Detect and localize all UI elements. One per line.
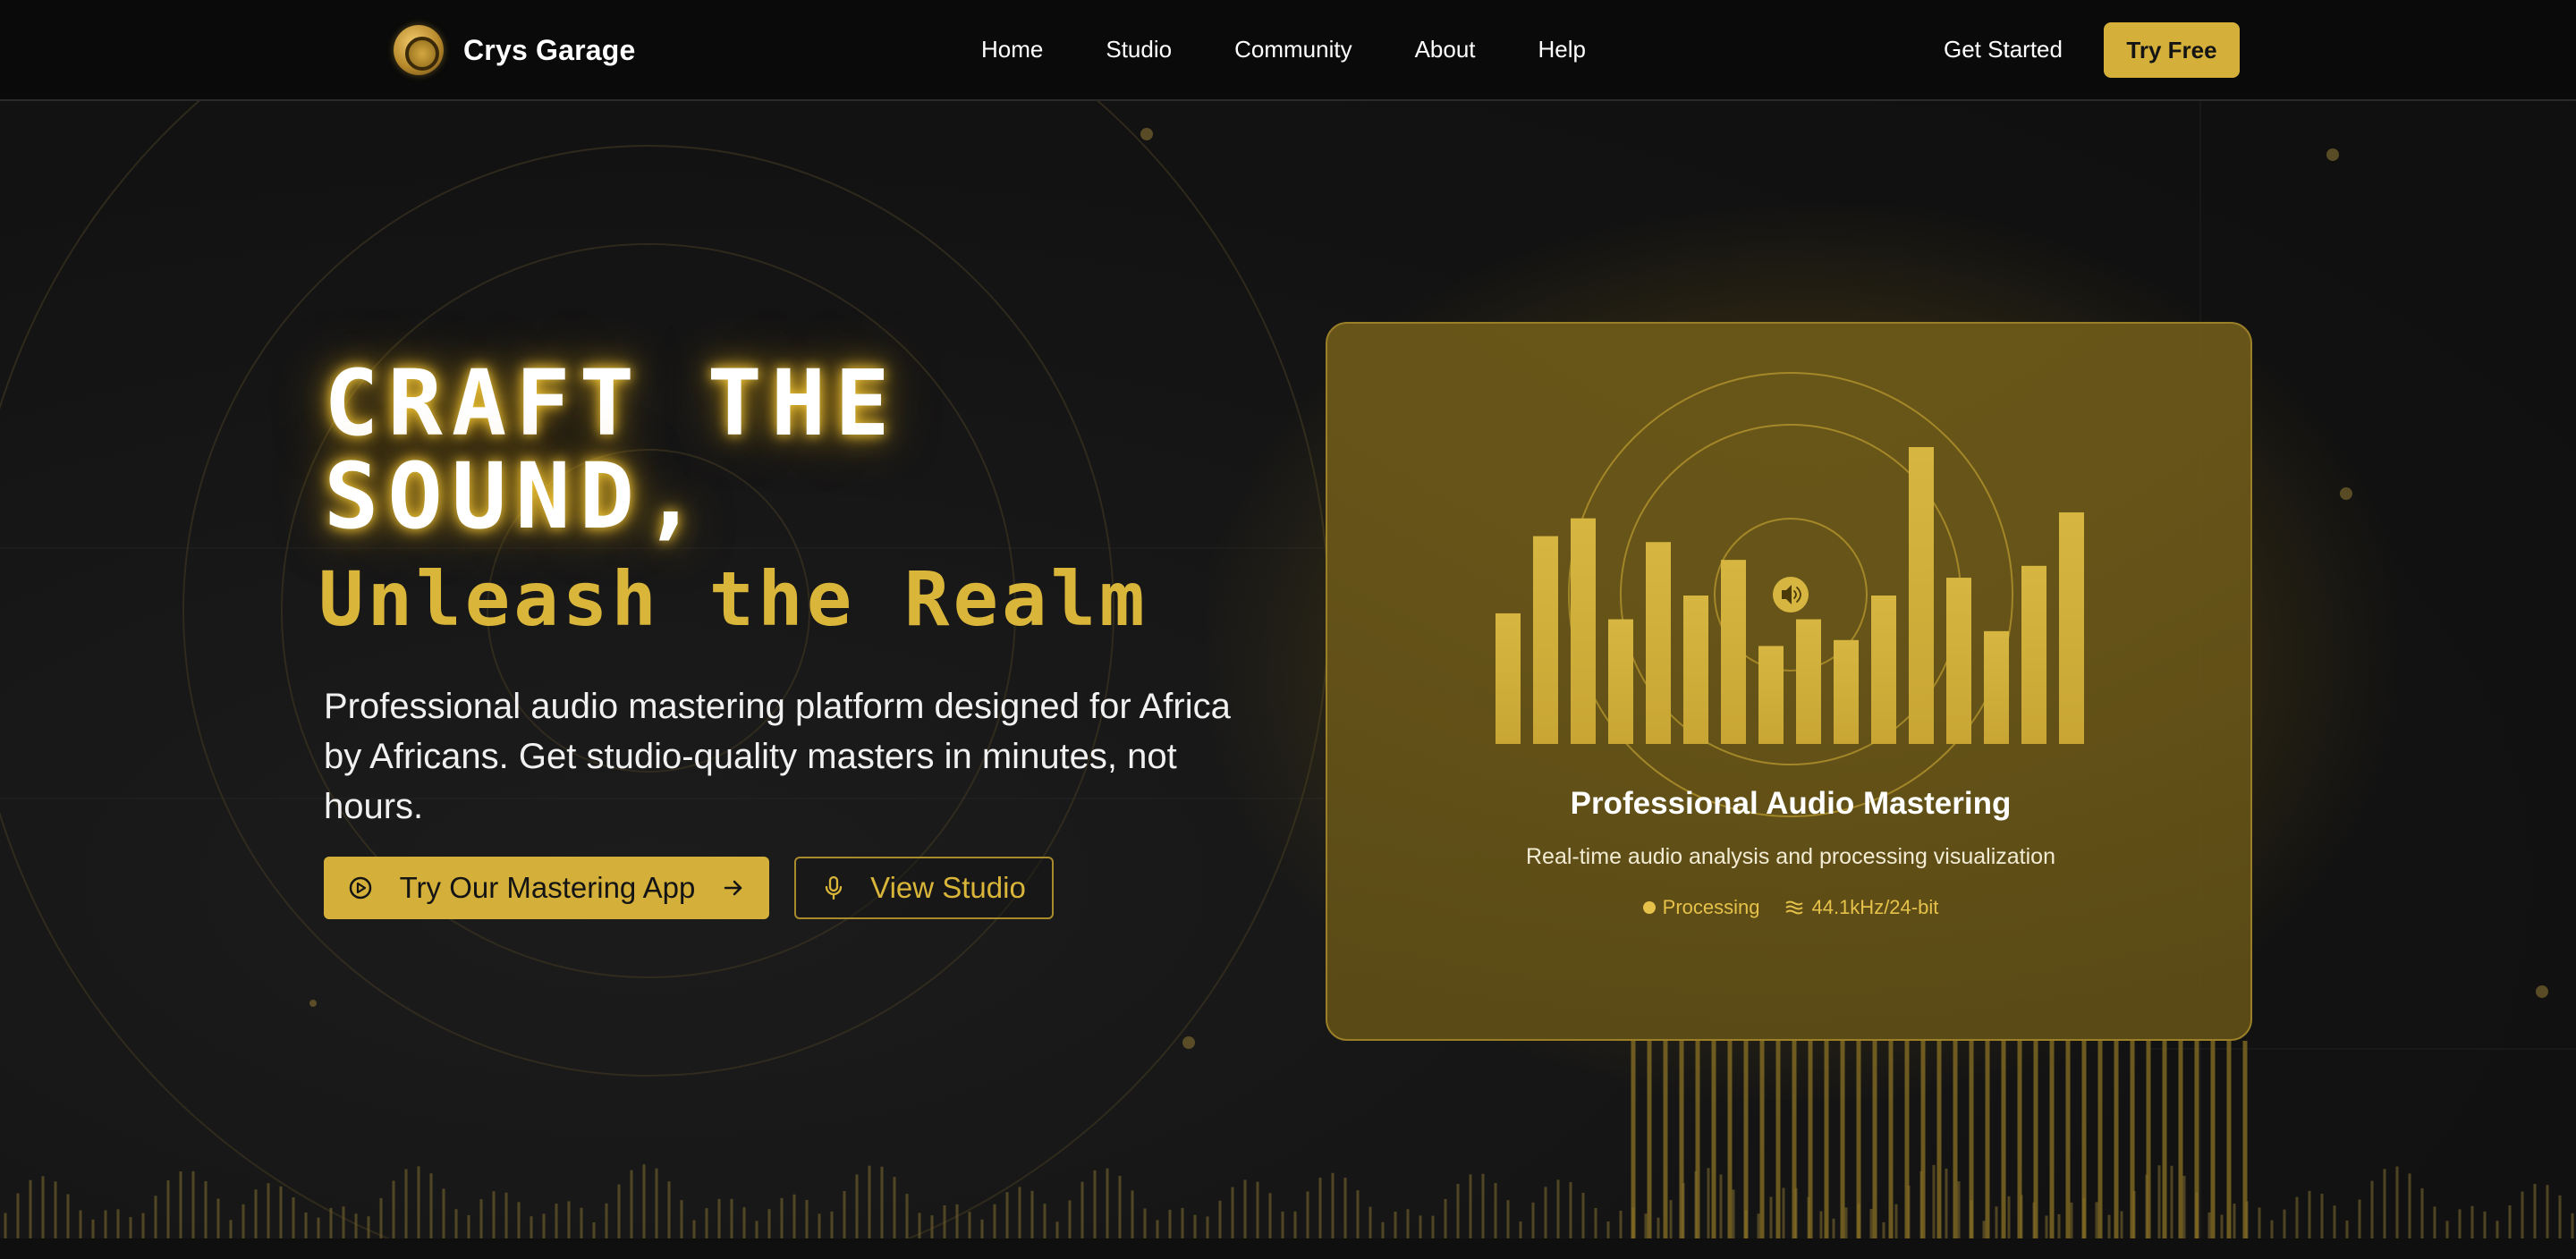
audio-visualization-card: Professional Audio Mastering Real-time a… xyxy=(1326,322,2252,1041)
visualizer-bar xyxy=(1871,596,1896,744)
arrow-right-icon xyxy=(722,876,745,900)
nav-link-studio[interactable]: Studio xyxy=(1106,36,1172,63)
visualizer-bar xyxy=(1758,646,1784,744)
speaker-icon xyxy=(1773,577,1809,613)
landing-page: Crys Garage Home Studio Community About … xyxy=(0,0,2576,1259)
hero-subtitle: Unleash the Realm xyxy=(318,555,1148,643)
nav-link-community[interactable]: Community xyxy=(1234,36,1352,63)
visualizer-bar xyxy=(1683,596,1708,744)
visualizer-bar xyxy=(1608,619,1633,744)
cta-buttons: Try Our Mastering App View Studio xyxy=(324,857,1272,919)
play-circle-icon xyxy=(348,875,373,900)
visualizer-bar xyxy=(1533,536,1558,744)
visualizer-bar xyxy=(1984,630,2009,744)
waves-icon xyxy=(1784,900,1804,916)
status-dot-icon xyxy=(1642,901,1656,914)
audio-visualizer xyxy=(1496,372,2084,817)
visualizer-bar xyxy=(1571,518,1596,744)
page-bottom-edge xyxy=(0,1238,2576,1259)
processing-status: Processing xyxy=(1642,896,1760,919)
visualizer-bar xyxy=(1946,578,1971,744)
card-status-row: Processing 44.1kHz/24-bit xyxy=(1327,896,2250,919)
visualizer-bar xyxy=(1796,619,1821,744)
visualizer-bar xyxy=(1496,613,1521,744)
brand-name: Crys Garage xyxy=(463,33,636,66)
hero-description: Professional audio mastering platform de… xyxy=(324,687,1231,826)
hero-title: CRAFT THE SOUND, xyxy=(324,351,899,550)
try-mastering-app-button[interactable]: Try Our Mastering App xyxy=(324,857,769,919)
main-nav: Home Studio Community About Help xyxy=(981,36,1648,63)
visualizer-bar xyxy=(2021,565,2046,744)
visualizer-bar xyxy=(1834,639,1859,744)
format-info: 44.1kHz/24-bit xyxy=(1784,896,1938,919)
get-started-link[interactable]: Get Started xyxy=(1944,36,2063,63)
microphone-icon xyxy=(822,875,845,901)
card-description: Real-time audio analysis and processing … xyxy=(1526,844,2055,869)
view-studio-button[interactable]: View Studio xyxy=(794,857,1054,919)
visualizer-bar xyxy=(1721,560,1746,744)
hero-section: CRAFT THE SOUND, Unleash the Realm Profe… xyxy=(318,351,1272,919)
card-title: Professional Audio Mastering xyxy=(1570,786,2012,821)
vinyl-disc-logo-icon xyxy=(394,25,444,75)
nav-link-home[interactable]: Home xyxy=(981,36,1043,63)
try-mastering-app-label: Try Our Mastering App xyxy=(399,871,696,904)
try-free-button[interactable]: Try Free xyxy=(2104,22,2240,78)
visualizer-bar xyxy=(1909,447,1934,744)
top-navigation-bar: Crys Garage Home Studio Community About … xyxy=(0,0,2576,101)
view-studio-label: View Studio xyxy=(870,871,1026,904)
visualizer-bar xyxy=(1646,542,1671,744)
nav-link-help[interactable]: Help xyxy=(1538,36,1586,63)
visualizer-bar xyxy=(2059,512,2084,744)
brand[interactable]: Crys Garage xyxy=(394,25,636,75)
card-reflection-lines xyxy=(1631,1041,2248,1246)
nav-link-about[interactable]: About xyxy=(1415,36,1476,63)
format-label: 44.1kHz/24-bit xyxy=(1811,896,1939,918)
processing-label: Processing xyxy=(1662,896,1760,918)
